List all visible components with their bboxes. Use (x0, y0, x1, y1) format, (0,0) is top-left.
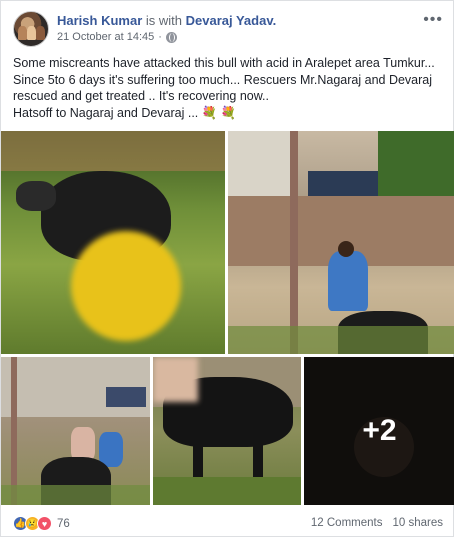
post-stats: 12 Comments 10 shares (311, 517, 443, 529)
post-meta: 21 October at 14:45 · (57, 31, 177, 43)
post-text-line: Some miscreants have attacked this bull … (13, 56, 435, 70)
post-footer: 👍 😢 ♥ 76 12 Comments 10 shares (13, 515, 443, 533)
reactions-summary[interactable]: 👍 😢 ♥ 76 (13, 516, 70, 531)
photo-bull-lying[interactable] (1, 131, 225, 354)
comments-count-link[interactable]: 12 Comments (311, 517, 383, 529)
reaction-count[interactable]: 76 (57, 518, 70, 530)
post-text-line: rescued and get treated .. It's recoveri… (13, 89, 270, 103)
love-icon: ♥ (37, 516, 52, 531)
tagged-user-link[interactable]: Devaraj Yadav. (186, 13, 277, 28)
globe-icon (165, 31, 177, 43)
photo-grid: +2 (1, 131, 454, 505)
post-header: Harish Kumar is with Devaraj Yadav. 21 O… (13, 9, 443, 49)
post-text: Some miscreants have attacked this bull … (13, 55, 449, 121)
author-avatar[interactable] (13, 11, 49, 47)
post-text-line: Hatsoff to Nagaraj and Devaraj ... 💐 💐 (13, 105, 237, 120)
author-name-link[interactable]: Harish Kumar (57, 13, 142, 28)
more-photos-overlay[interactable]: +2 (304, 357, 454, 505)
meta-separator: · (158, 31, 162, 43)
photo-bull-standing[interactable] (153, 357, 301, 505)
photo-more[interactable]: +2 (304, 357, 454, 505)
photo-two-men-with-bull[interactable] (1, 357, 150, 505)
photo-man-with-bull[interactable] (228, 131, 454, 354)
with-text: is with (145, 13, 182, 28)
author-line: Harish Kumar is with Devaraj Yadav. (57, 13, 276, 28)
facebook-post: Harish Kumar is with Devaraj Yadav. 21 O… (0, 0, 454, 537)
timestamp-link[interactable]: 21 October at 14:45 (57, 31, 154, 43)
post-text-line: Since 5to 6 days it's suffering too much… (13, 72, 433, 87)
more-photos-count: +2 (362, 414, 397, 447)
more-options-icon[interactable]: ••• (423, 11, 443, 29)
shares-count-link[interactable]: 10 shares (392, 517, 443, 529)
